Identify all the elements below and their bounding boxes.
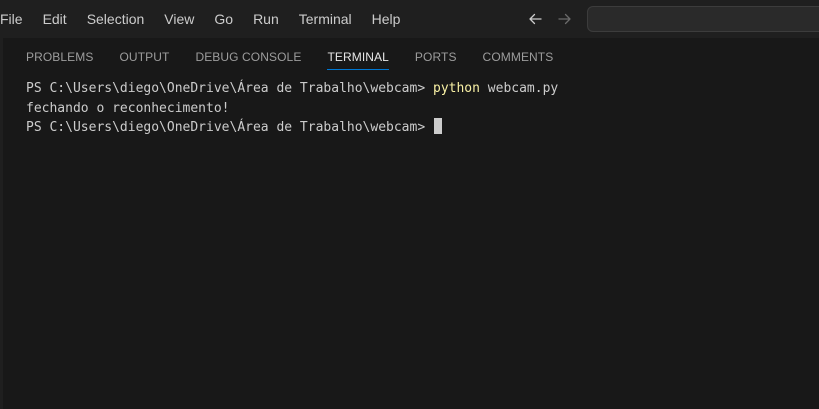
menu-run[interactable]: Run: [243, 0, 289, 38]
menu-help[interactable]: Help: [362, 0, 411, 38]
menu-terminal[interactable]: Terminal: [289, 0, 362, 38]
tab-debug-console[interactable]: DEBUG CONSOLE: [195, 38, 301, 76]
terminal-command-args: webcam.py: [479, 81, 559, 96]
tab-problems[interactable]: PROBLEMS: [26, 38, 94, 76]
menu-selection[interactable]: Selection: [77, 0, 155, 38]
tab-output[interactable]: OUTPUT: [120, 38, 170, 76]
menu-items: File Edit Selection View Go Run Terminal…: [0, 0, 410, 38]
terminal-output[interactable]: PS C:\Users\diego\OneDrive\Área de Traba…: [26, 79, 558, 138]
menu-edit[interactable]: Edit: [33, 0, 77, 38]
terminal-line: fechando o reconhecimento!: [26, 100, 230, 116]
terminal-line: PS C:\Users\diego\OneDrive\Área de Traba…: [26, 118, 558, 138]
menu-bar: File Edit Selection View Go Run Terminal…: [0, 0, 819, 38]
panel-divider: [0, 38, 3, 409]
terminal-command: python: [433, 81, 480, 96]
command-center-search[interactable]: [587, 6, 819, 32]
menu-file[interactable]: File: [0, 0, 33, 38]
terminal-prompt: PS C:\Users\diego\OneDrive\Área de Traba…: [26, 120, 433, 135]
arrow-right-icon[interactable]: [554, 7, 576, 31]
arrow-left-icon[interactable]: [524, 7, 546, 31]
terminal-line: PS C:\Users\diego\OneDrive\Área de Traba…: [26, 79, 558, 99]
tab-terminal[interactable]: TERMINAL: [327, 38, 390, 76]
navigation-controls: [524, 7, 576, 31]
panel-tabs: PROBLEMS OUTPUT DEBUG CONSOLE TERMINAL P…: [26, 38, 579, 76]
tab-ports[interactable]: PORTS: [415, 38, 457, 76]
menu-go[interactable]: Go: [204, 0, 243, 38]
menu-view[interactable]: View: [154, 0, 204, 38]
tab-comments[interactable]: COMMENTS: [483, 38, 554, 76]
terminal-prompt: PS C:\Users\diego\OneDrive\Área de Traba…: [26, 81, 433, 96]
terminal-cursor: [434, 118, 442, 134]
